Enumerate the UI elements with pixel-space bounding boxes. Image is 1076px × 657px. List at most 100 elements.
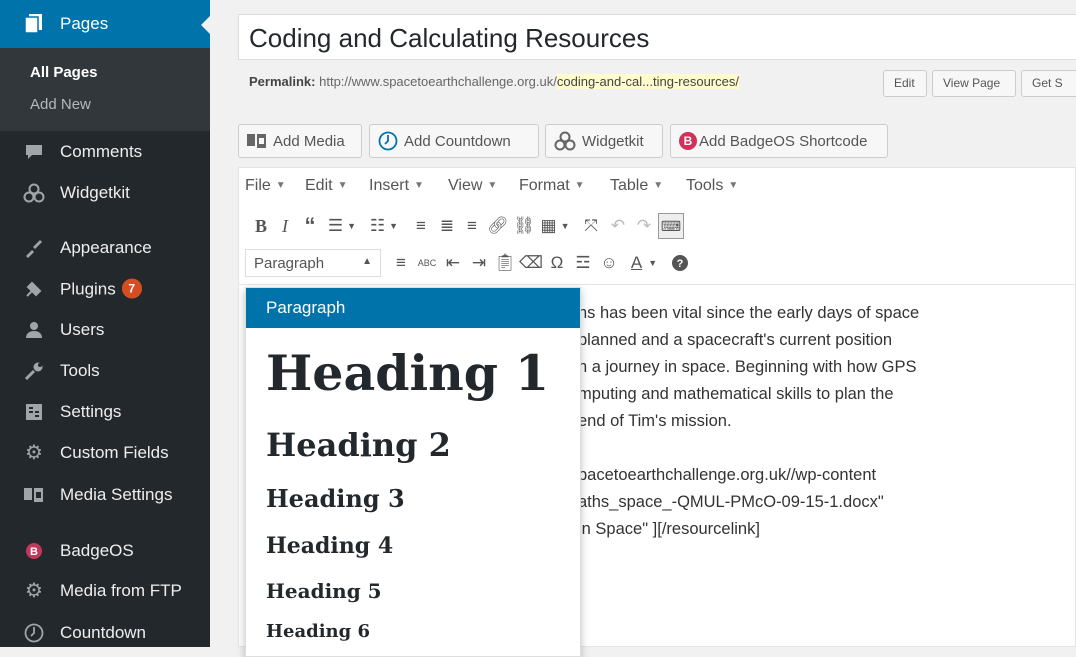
submenu-add-new[interactable]: Add New [30, 96, 91, 113]
sidebar-item-media-settings[interactable]: Media Settings [0, 474, 210, 515]
chevron-down-icon: ▼ [574, 180, 585, 191]
svg-text:?: ? [677, 258, 684, 270]
svg-text:B: B [684, 134, 693, 148]
align-right-icon[interactable]: ≡ [459, 213, 485, 239]
menu-tools[interactable]: Tools ▼ [686, 177, 738, 195]
get-shortlink-button[interactable]: Get S [1021, 70, 1076, 97]
sidebar-item-plugins[interactable]: Plugins 7 [0, 268, 210, 309]
chevron-down-icon: ▼ [728, 180, 739, 191]
editor-content[interactable]: hs has been vital since the early days o… [578, 300, 919, 543]
keyboard-toggle-icon[interactable]: ⌨ [658, 213, 684, 239]
add-badgeos-label: Add BadgeOS Shortcode [699, 132, 868, 150]
sidebar-item-pages[interactable]: Pages [0, 0, 210, 48]
content-line: mputing and mathematical skills to plan … [578, 385, 894, 403]
format-option-heading-5[interactable]: Heading 5 [266, 579, 382, 603]
add-media-button[interactable]: Add Media [238, 124, 362, 158]
sidebar-item-settings[interactable]: Settings [0, 391, 210, 432]
undo-icon[interactable]: ↶ [605, 213, 631, 239]
chevron-down-icon: ▼ [653, 180, 664, 191]
toolbar-divider [238, 284, 1076, 285]
format-select[interactable]: Paragraph ▲ [245, 249, 381, 277]
edit-permalink-button[interactable]: Edit [883, 70, 927, 97]
outdent-icon[interactable]: ⇤ [440, 250, 466, 276]
sidebar-item-media-from-ftp[interactable]: ⚙ Media from FTP [0, 570, 210, 611]
users-icon [22, 318, 46, 342]
add-countdown-button[interactable]: Add Countdown [369, 124, 539, 158]
post-title-input[interactable]: Coding and Calculating Resources [238, 14, 1076, 60]
table-icon[interactable]: ▦ ▼ [537, 213, 573, 239]
fullscreen-icon[interactable]: ⤧ [578, 213, 604, 239]
menu-edit[interactable]: Edit ▼ [305, 177, 347, 195]
format-option-heading-1[interactable]: Heading 1 [266, 344, 549, 402]
special-character-icon[interactable]: Ω [544, 250, 570, 276]
add-media-label: Add Media [273, 132, 345, 150]
comments-icon [22, 140, 46, 164]
numbered-list-icon[interactable]: ☷ ▼ [365, 213, 403, 239]
blockquote-icon[interactable]: “ [297, 213, 323, 239]
sidebar-item-label: Comments [60, 141, 143, 161]
chevron-down-icon: ▼ [487, 180, 498, 191]
sidebar-item-users[interactable]: Users [0, 309, 210, 350]
add-badgeos-shortcode-button[interactable]: B Add BadgeOS Shortcode [670, 124, 888, 158]
format-option-heading-4[interactable]: Heading 4 [266, 533, 393, 559]
link-icon[interactable]: 🔗︎ [485, 213, 511, 239]
strikethrough-icon[interactable]: ABC [414, 250, 440, 276]
bold-icon[interactable]: B [248, 213, 274, 239]
clear-formatting-icon[interactable]: ⌫ [518, 250, 544, 276]
submenu-all-pages[interactable]: All Pages [30, 64, 98, 81]
sidebar-item-label: Tools [60, 360, 100, 380]
align-center-icon[interactable]: ≣ [434, 213, 460, 239]
sidebar-item-appearance[interactable]: Appearance [0, 227, 210, 268]
sidebar-item-label: Media from FTP [60, 580, 182, 600]
sidebar-item-widgetkit[interactable]: Widgetkit [0, 172, 210, 213]
align-justify-icon[interactable]: ≡ [388, 250, 414, 276]
permalink-base: http://www.spacetoearthchallenge.org.uk/ [319, 74, 557, 89]
tools-icon [22, 359, 46, 383]
text-color-icon[interactable]: A ▼ [624, 250, 664, 276]
view-page-button[interactable]: View Page [932, 70, 1016, 97]
format-option-heading-6[interactable]: Heading 6 [266, 621, 370, 642]
sidebar-item-comments[interactable]: Comments [0, 131, 210, 172]
menu-table[interactable]: Table ▼ [610, 177, 663, 195]
menu-file[interactable]: File ▼ [245, 177, 286, 195]
current-arrow [201, 16, 210, 34]
clock-icon [378, 131, 398, 151]
content-line: end of Tim's mission. [578, 412, 732, 430]
help-icon[interactable]: ? [667, 250, 693, 276]
menu-view[interactable]: View ▼ [448, 177, 497, 195]
indent-icon[interactable]: ⇥ [466, 250, 492, 276]
menu-format[interactable]: Format ▼ [519, 177, 585, 195]
widgetkit-icon [554, 131, 576, 151]
sidebar-item-label: BadgeOS [60, 540, 134, 560]
chevron-down-icon: ▼ [275, 180, 286, 191]
align-left-icon[interactable]: ≡ [408, 213, 434, 239]
post-title-text: Coding and Calculating Resources [249, 23, 650, 53]
sidebar-item-label: Users [60, 319, 105, 339]
plugins-icon [22, 277, 46, 301]
bullet-list-icon[interactable]: ☰ ▼ [323, 213, 361, 239]
format-option-paragraph[interactable]: Paragraph [246, 288, 580, 328]
sidebar-item-label: Appearance [60, 237, 152, 257]
sidebar-item-custom-fields[interactable]: ⚙ Custom Fields [0, 432, 210, 473]
permalink-slug[interactable]: coding-and-cal...ting-resources/ [556, 74, 739, 89]
paste-text-icon[interactable]: 📋︎ [492, 250, 518, 276]
widgetkit-button[interactable]: Widgetkit [545, 124, 663, 158]
add-countdown-label: Add Countdown [404, 132, 511, 150]
format-option-heading-3[interactable]: Heading 3 [266, 484, 405, 513]
sidebar-item-tools[interactable]: Tools [0, 350, 210, 391]
redo-icon[interactable]: ↷ [631, 213, 657, 239]
format-select-value: Paragraph [254, 255, 325, 272]
menu-insert[interactable]: Insert ▼ [369, 177, 424, 195]
sidebar-item-label: Widgetkit [60, 182, 130, 202]
gear-icon: ⚙ [25, 442, 43, 464]
emoticons-icon[interactable]: ☺ [596, 250, 622, 276]
appearance-icon [22, 236, 46, 260]
italic-icon[interactable]: I [272, 213, 298, 239]
read-more-icon[interactable]: ☲ [570, 250, 596, 276]
format-dropdown-menu: Paragraph Heading 1 Heading 2 Heading 3 … [245, 287, 581, 657]
svg-text:B: B [30, 546, 38, 558]
format-option-heading-2[interactable]: Heading 2 [266, 426, 451, 464]
sidebar-item-badgeos[interactable]: B BadgeOS [0, 530, 210, 571]
unlink-icon[interactable]: ⛓ [511, 213, 537, 239]
content-line: in Space" ][/resourcelink] [578, 520, 760, 538]
